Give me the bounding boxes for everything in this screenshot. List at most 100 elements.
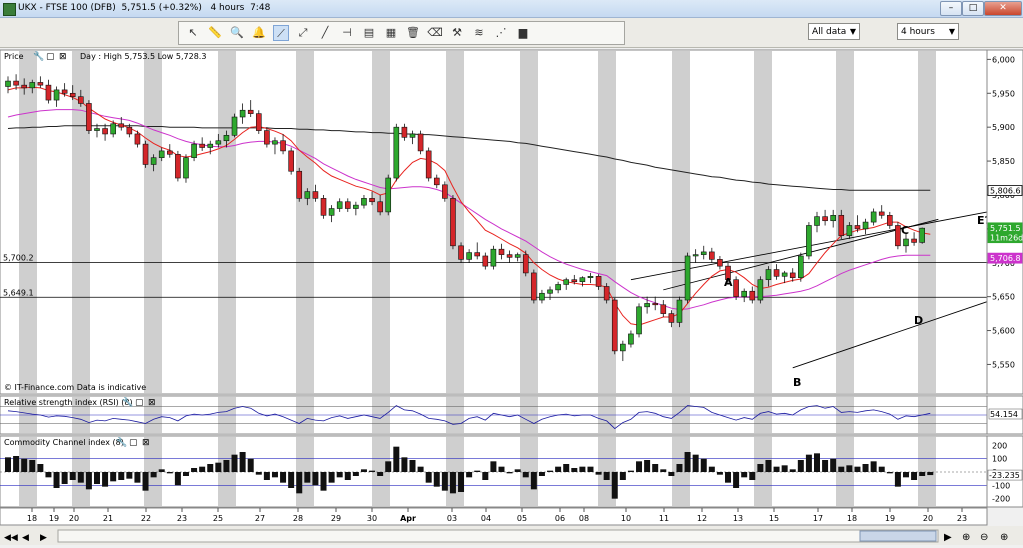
close-button[interactable]: ✕ — [984, 1, 1022, 16]
close-panel-icon[interactable]: ⊠ — [59, 52, 67, 62]
zoom-icon[interactable]: 🔍 — [229, 25, 245, 41]
cci-bar — [191, 468, 198, 472]
window-icon[interactable]: ▢ — [46, 52, 55, 62]
cci-bar — [304, 472, 311, 483]
scroll-end-icon[interactable]: ▶ — [944, 532, 952, 543]
data-range-select[interactable]: All data ▼ — [808, 23, 860, 40]
cci-bar — [579, 466, 586, 472]
x-tick-label: 05 — [517, 514, 527, 523]
scroll-thumb[interactable] — [859, 530, 937, 542]
fan-icon[interactable]: ⋰ — [493, 25, 509, 41]
candle[interactable] — [522, 250, 529, 277]
chart-area[interactable]: 5,700.2 5,649.1 A B C D E? 6,000 5,950 5,900 5,8… — [0, 48, 1023, 545]
candle[interactable] — [490, 245, 497, 270]
candle[interactable] — [296, 167, 303, 202]
candle[interactable] — [86, 100, 92, 134]
y-tick-label: 6,000 — [992, 55, 1015, 64]
channel-icon[interactable]: ▤ — [361, 25, 377, 41]
candle[interactable] — [636, 303, 642, 338]
hline-icon[interactable]: ⊣ — [339, 25, 355, 41]
cci-bar — [886, 472, 893, 474]
zoom-reset-icon[interactable]: ⊕ — [1000, 532, 1008, 543]
scroll-right-icon[interactable]: ▶ — [40, 533, 47, 543]
candle[interactable] — [425, 147, 432, 182]
candle[interactable] — [320, 194, 327, 219]
wrench-icon[interactable]: 🔧 — [122, 396, 133, 408]
candle[interactable] — [393, 123, 400, 182]
cci-bar — [474, 470, 481, 472]
trendline-icon[interactable]: ⟋ — [273, 25, 289, 41]
minimize-button[interactable]: – — [940, 1, 962, 16]
scroll-start-icon[interactable]: ◀◀ — [4, 533, 18, 543]
cci-bar — [595, 472, 602, 475]
price-panel-icons[interactable]: 🔧 ▢ ⊠ — [33, 50, 67, 62]
cci-bar — [280, 472, 287, 483]
cci-bar — [676, 464, 683, 472]
candle[interactable] — [733, 276, 739, 301]
cci-bar — [716, 472, 723, 475]
cci-bar — [619, 472, 626, 480]
app-icon — [3, 3, 16, 16]
wave-label: D — [914, 314, 923, 327]
svg-text:5,806.6: 5,806.6 — [990, 186, 1021, 195]
ray-icon[interactable]: ⤢ — [295, 25, 311, 41]
close-panel-icon[interactable]: ⊠ — [148, 398, 156, 408]
day-high-low: Day : High 5,753.5 Low 5,728.3 — [80, 52, 206, 61]
candle[interactable] — [757, 276, 764, 304]
period-select[interactable]: 4 hours ▼ — [897, 23, 959, 40]
candle[interactable] — [255, 110, 262, 134]
candle[interactable] — [288, 147, 294, 175]
color-palette-icon[interactable]: ▆ — [515, 25, 531, 41]
cci-bar — [393, 446, 400, 472]
scroll-left-icon[interactable]: ◀ — [22, 533, 29, 543]
window-icon[interactable]: ▢ — [135, 398, 144, 408]
wrench-icon[interactable]: 🔧 — [33, 50, 44, 62]
scroll-track[interactable] — [57, 529, 939, 543]
x-tick-label: 19 — [885, 514, 895, 523]
fib-icon[interactable]: ≋ — [471, 25, 487, 41]
cci-bar — [797, 460, 804, 472]
wave-label: B — [793, 376, 801, 389]
day-stripe — [672, 51, 690, 393]
price-axis[interactable] — [986, 49, 1023, 395]
candle[interactable] — [919, 227, 925, 244]
candle[interactable] — [684, 252, 691, 304]
cci-bar — [482, 472, 489, 480]
zoom-in-icon[interactable]: ⊕ — [962, 532, 970, 543]
cci-bar — [328, 472, 335, 483]
candle[interactable] — [175, 150, 181, 182]
maximize-button[interactable]: □ — [962, 1, 984, 16]
tools-icon[interactable]: ⚒ — [449, 25, 465, 41]
cci-bar — [150, 472, 157, 478]
candle[interactable] — [806, 222, 812, 260]
price-badge: 5,751.5 — [987, 222, 1023, 234]
eraser-icon[interactable]: ⌫ — [427, 25, 443, 41]
x-tick-label: 04 — [481, 514, 491, 523]
candle[interactable] — [417, 130, 424, 155]
table-icon[interactable]: ▦ — [383, 25, 399, 41]
bell-icon[interactable]: 🔔 — [251, 25, 267, 41]
ruler-icon[interactable]: 📏 — [207, 25, 223, 41]
trash-icon[interactable]: 🗑 — [405, 25, 421, 41]
x-tick-label: 10 — [621, 514, 631, 523]
close-panel-icon[interactable]: ⊠ — [142, 438, 150, 448]
candle[interactable] — [450, 194, 456, 250]
cci-bar — [110, 472, 117, 482]
candle[interactable] — [385, 174, 392, 216]
line-icon[interactable]: ╱ — [317, 25, 333, 41]
cci-bar — [102, 472, 109, 487]
candle[interactable] — [231, 113, 238, 138]
window-icon[interactable]: ▢ — [129, 438, 138, 448]
cursor-icon[interactable]: ↖ — [185, 25, 201, 41]
cci-bar — [118, 472, 125, 480]
candle[interactable] — [895, 222, 901, 250]
price-badge: 11m26d — [987, 232, 1023, 244]
candle[interactable] — [142, 140, 149, 168]
candle[interactable] — [676, 296, 683, 328]
zoom-out-icon[interactable]: ⊖ — [980, 532, 988, 543]
wrench-icon[interactable]: 🔧 — [116, 436, 127, 448]
candle[interactable] — [531, 269, 537, 304]
x-tick-label: 08 — [579, 514, 589, 523]
candle[interactable] — [798, 252, 804, 282]
candle[interactable] — [611, 298, 618, 355]
